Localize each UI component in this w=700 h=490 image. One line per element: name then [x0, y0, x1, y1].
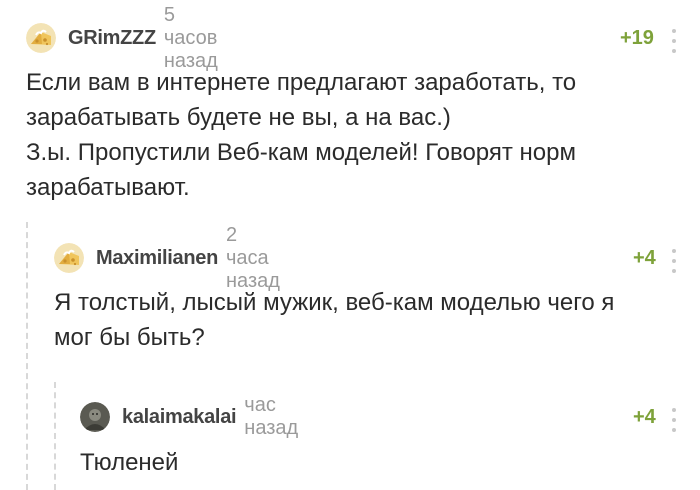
- user-photo-avatar-icon[interactable]: [80, 402, 110, 432]
- comment-header: Maximilianen 2 часа назад: [54, 224, 280, 292]
- comment-menu-icon[interactable]: [672, 249, 677, 279]
- default-cheese-avatar-icon[interactable]: [26, 23, 56, 53]
- author-name[interactable]: kalaimakalai: [122, 406, 237, 429]
- author-name[interactable]: GRimZZZ: [68, 27, 156, 50]
- comment-rating: +4: [633, 406, 656, 428]
- comment-text: Тюленей: [80, 449, 179, 476]
- comment-menu-icon[interactable]: [672, 29, 677, 59]
- comment-rating: +19: [620, 27, 654, 49]
- comment-header: kalaimakalai час назад: [80, 394, 298, 439]
- comment-timestamp[interactable]: час назад: [244, 394, 298, 440]
- comment-text: Я толстый, лысый мужик, веб-кам моделью …: [54, 289, 615, 351]
- default-cheese-avatar-icon[interactable]: [54, 243, 84, 273]
- thread-line-level-1[interactable]: [26, 222, 28, 490]
- comment-text: Если вам в интернете предлагают заработа…: [26, 69, 577, 201]
- comment-header: GRimZZZ 5 часов назад: [26, 4, 218, 72]
- comment-timestamp[interactable]: 2 часа назад: [226, 224, 280, 293]
- comment-timestamp[interactable]: 5 часов назад: [164, 4, 218, 73]
- comment-menu-icon[interactable]: [672, 408, 677, 438]
- comment-rating: +4: [633, 247, 656, 269]
- thread-line-level-2[interactable]: [54, 382, 56, 490]
- author-name[interactable]: Maximilianen: [96, 247, 218, 270]
